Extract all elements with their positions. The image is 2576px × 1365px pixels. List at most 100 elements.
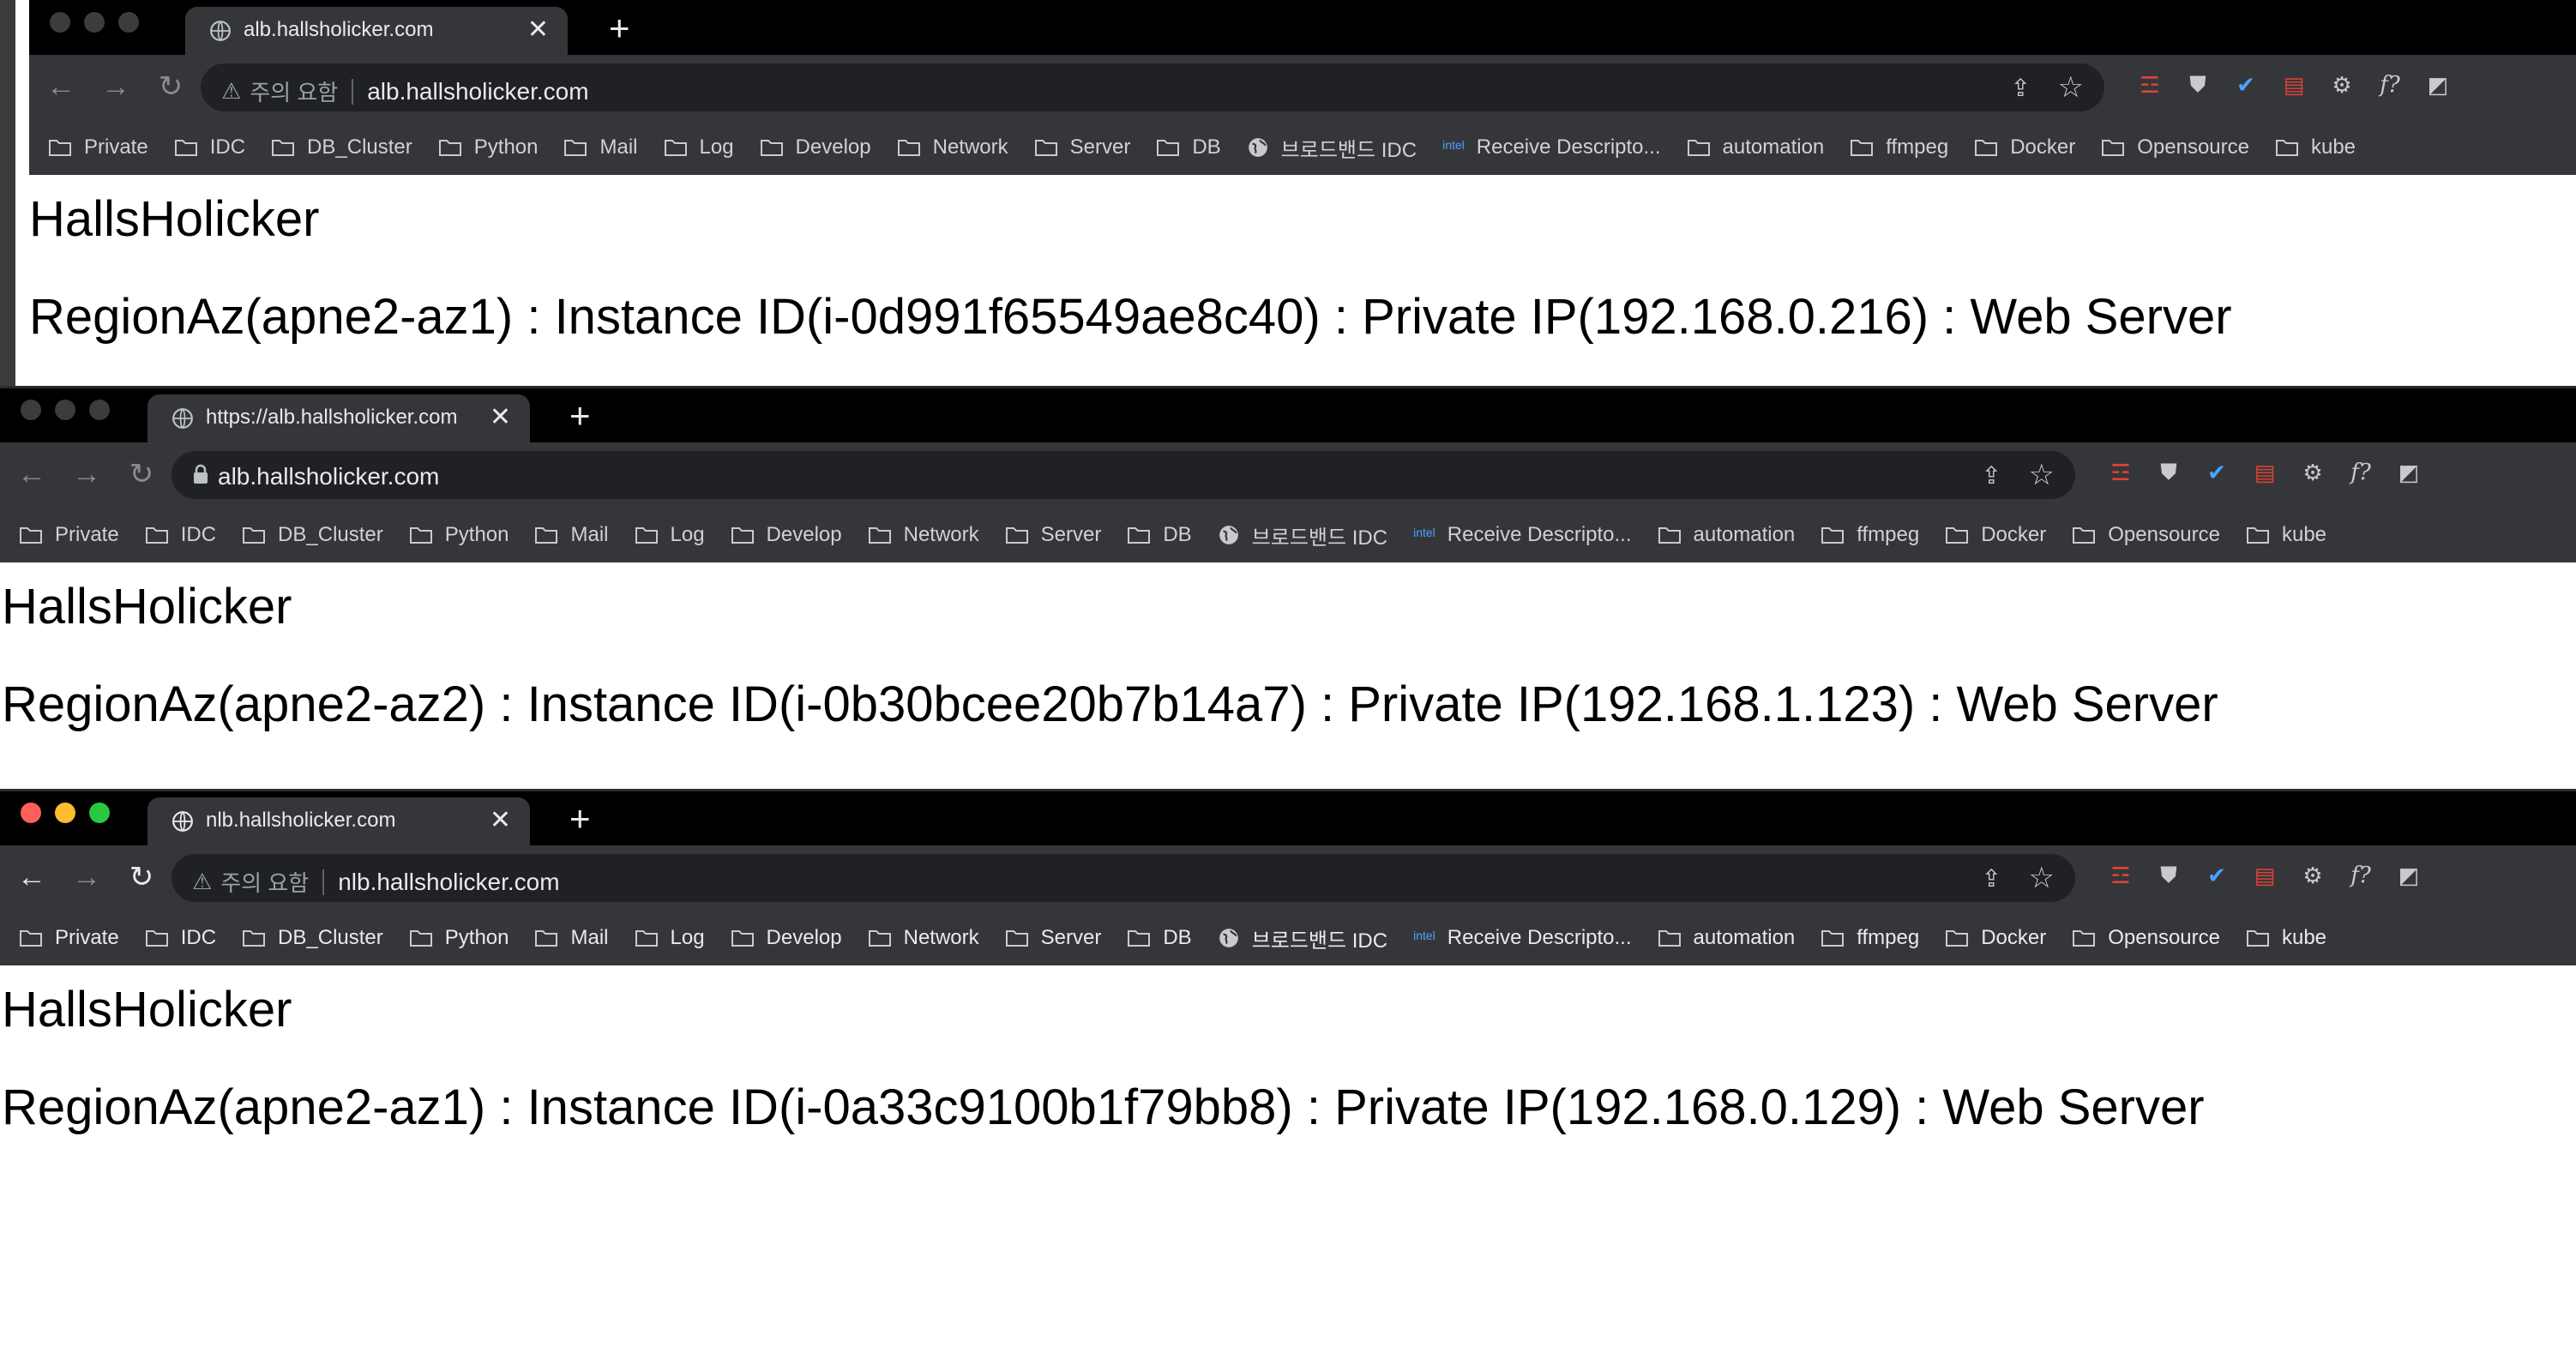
bookmark-item[interactable]: DB — [1116, 523, 1207, 547]
url-text[interactable]: alb.hallsholicker.com — [367, 78, 588, 105]
bookmark-item[interactable]: Develop — [749, 135, 887, 159]
security-label[interactable]: 주의 요함 — [250, 75, 338, 107]
zoom-window-button[interactable] — [89, 400, 110, 420]
bookmark-arrow-icon[interactable]: ◩ — [2394, 861, 2423, 890]
reload-icon[interactable]: ↻ — [122, 857, 161, 897]
bookmark-item[interactable]: DB_Cluster — [232, 523, 399, 547]
share-icon[interactable]: ⇪ — [2011, 74, 2031, 102]
bookmark-item[interactable]: ffmpeg — [1810, 926, 1935, 950]
close-window-button[interactable] — [50, 12, 70, 33]
gear-icon[interactable]: ⚙ — [2327, 70, 2356, 99]
formula-icon[interactable]: f? — [2375, 70, 2404, 99]
bookmark-item[interactable]: Mail — [553, 135, 653, 159]
bookmark-item[interactable]: Python — [428, 135, 554, 159]
tab-active[interactable]: nlb.hallsholicker.com ✕ — [147, 797, 530, 845]
bookmark-item[interactable]: DB_Cluster — [261, 135, 428, 159]
reload-icon[interactable]: ↻ — [122, 454, 161, 494]
bookmark-arrow-icon[interactable]: ◩ — [2423, 70, 2453, 99]
bookmark-item[interactable]: Server — [995, 926, 1117, 950]
record-icon[interactable]: ☲ — [2135, 70, 2164, 99]
forward-arrow-icon[interactable]: → — [67, 857, 106, 897]
minimize-window-button[interactable] — [55, 400, 75, 420]
new-tab-button[interactable]: + — [609, 9, 630, 48]
shield-icon[interactable]: ⛊ — [2154, 861, 2183, 890]
screenshot-icon[interactable]: ▤ — [2279, 70, 2308, 99]
vpn-icon[interactable]: ✔ — [2202, 861, 2231, 890]
minimize-window-button[interactable] — [55, 803, 75, 823]
record-icon[interactable]: ☲ — [2106, 861, 2135, 890]
close-window-button[interactable] — [21, 400, 41, 420]
address-bar[interactable]: alb.hallsholicker.com ⇪ ☆ — [172, 451, 2075, 499]
formula-icon[interactable]: f? — [2346, 458, 2375, 487]
bookmark-item[interactable]: Log — [624, 926, 720, 950]
star-icon[interactable]: ☆ — [2029, 861, 2055, 895]
bookmark-item[interactable]: Network — [887, 135, 1024, 159]
address-bar[interactable]: ⚠ 주의 요함 nlb.hallsholicker.com ⇪ ☆ — [172, 854, 2075, 902]
bookmark-item[interactable]: Network — [858, 926, 995, 950]
bookmark-item[interactable]: Develop — [720, 523, 858, 547]
new-tab-button[interactable]: + — [569, 799, 591, 839]
new-tab-button[interactable]: + — [569, 396, 591, 436]
share-icon[interactable]: ⇪ — [1982, 461, 2001, 490]
vpn-icon[interactable]: ✔ — [2202, 458, 2231, 487]
warning-icon[interactable]: ⚠ — [221, 78, 241, 105]
forward-arrow-icon[interactable]: → — [96, 67, 135, 106]
bookmark-item[interactable]: DB_Cluster — [232, 926, 399, 950]
record-icon[interactable]: ☲ — [2106, 458, 2135, 487]
shield-icon[interactable]: ⛊ — [2183, 70, 2212, 99]
bookmark-item[interactable]: intel Receive Descripto... — [1432, 135, 1676, 159]
bookmark-item[interactable]: automation — [1676, 135, 1840, 159]
reload-icon[interactable]: ↻ — [151, 67, 190, 106]
bookmark-item[interactable]: Private — [38, 135, 164, 159]
bookmark-item[interactable]: Mail — [524, 926, 623, 950]
bookmark-item[interactable]: 브로드밴드 IDC — [1237, 133, 1432, 163]
close-window-button[interactable] — [21, 803, 41, 823]
bookmark-item[interactable]: Python — [399, 926, 525, 950]
shield-icon[interactable]: ⛊ — [2154, 458, 2183, 487]
gear-icon[interactable]: ⚙ — [2298, 458, 2327, 487]
close-tab-icon[interactable]: ✕ — [490, 806, 511, 835]
bookmark-item[interactable]: intel Receive Descripto... — [1403, 926, 1646, 950]
bookmark-item[interactable]: kube — [2236, 926, 2342, 950]
bookmark-item[interactable]: Docker — [1935, 926, 2061, 950]
star-icon[interactable]: ☆ — [2029, 458, 2055, 492]
bookmark-item[interactable]: ffmpeg — [1810, 523, 1935, 547]
bookmark-arrow-icon[interactable]: ◩ — [2394, 458, 2423, 487]
bookmark-item[interactable]: Network — [858, 523, 995, 547]
tab-active[interactable]: https://alb.hallsholicker.com ✕ — [147, 394, 530, 442]
bookmark-item[interactable]: DB — [1116, 926, 1207, 950]
url-text[interactable]: alb.hallsholicker.com — [218, 463, 439, 490]
bookmark-item[interactable]: Develop — [720, 926, 858, 950]
bookmark-item[interactable]: 브로드밴드 IDC — [1207, 520, 1403, 550]
bookmark-item[interactable]: Server — [1024, 135, 1147, 159]
url-text[interactable]: nlb.hallsholicker.com — [338, 869, 559, 896]
bookmark-item[interactable]: automation — [1647, 523, 1811, 547]
bookmark-item[interactable]: Log — [653, 135, 749, 159]
lock-icon[interactable] — [192, 464, 209, 490]
back-arrow-icon[interactable]: ← — [12, 857, 51, 897]
vpn-icon[interactable]: ✔ — [2231, 70, 2260, 99]
address-bar[interactable]: ⚠ 주의 요함 alb.hallsholicker.com ⇪ ☆ — [201, 63, 2104, 111]
zoom-window-button[interactable] — [118, 12, 139, 33]
bookmark-item[interactable]: Server — [995, 523, 1117, 547]
bookmark-item[interactable]: Opensource — [2061, 523, 2236, 547]
forward-arrow-icon[interactable]: → — [67, 454, 106, 494]
back-arrow-icon[interactable]: ← — [41, 67, 81, 106]
bookmark-item[interactable]: Docker — [1935, 523, 2061, 547]
warning-icon[interactable]: ⚠ — [192, 869, 212, 895]
back-arrow-icon[interactable]: ← — [12, 454, 51, 494]
bookmark-item[interactable]: Python — [399, 523, 525, 547]
bookmark-item[interactable]: IDC — [135, 926, 232, 950]
close-tab-icon[interactable]: ✕ — [527, 15, 549, 45]
bookmark-item[interactable]: ffmpeg — [1839, 135, 1964, 159]
bookmark-item[interactable]: Docker — [1964, 135, 2091, 159]
bookmark-item[interactable]: IDC — [135, 523, 232, 547]
minimize-window-button[interactable] — [84, 12, 105, 33]
zoom-window-button[interactable] — [89, 803, 110, 823]
bookmark-item[interactable]: Private — [9, 926, 135, 950]
bookmark-item[interactable]: 브로드밴드 IDC — [1207, 923, 1403, 953]
bookmark-item[interactable]: Private — [9, 523, 135, 547]
bookmark-item[interactable]: DB — [1146, 135, 1236, 159]
formula-icon[interactable]: f? — [2346, 861, 2375, 890]
security-label[interactable]: 주의 요함 — [220, 866, 309, 898]
